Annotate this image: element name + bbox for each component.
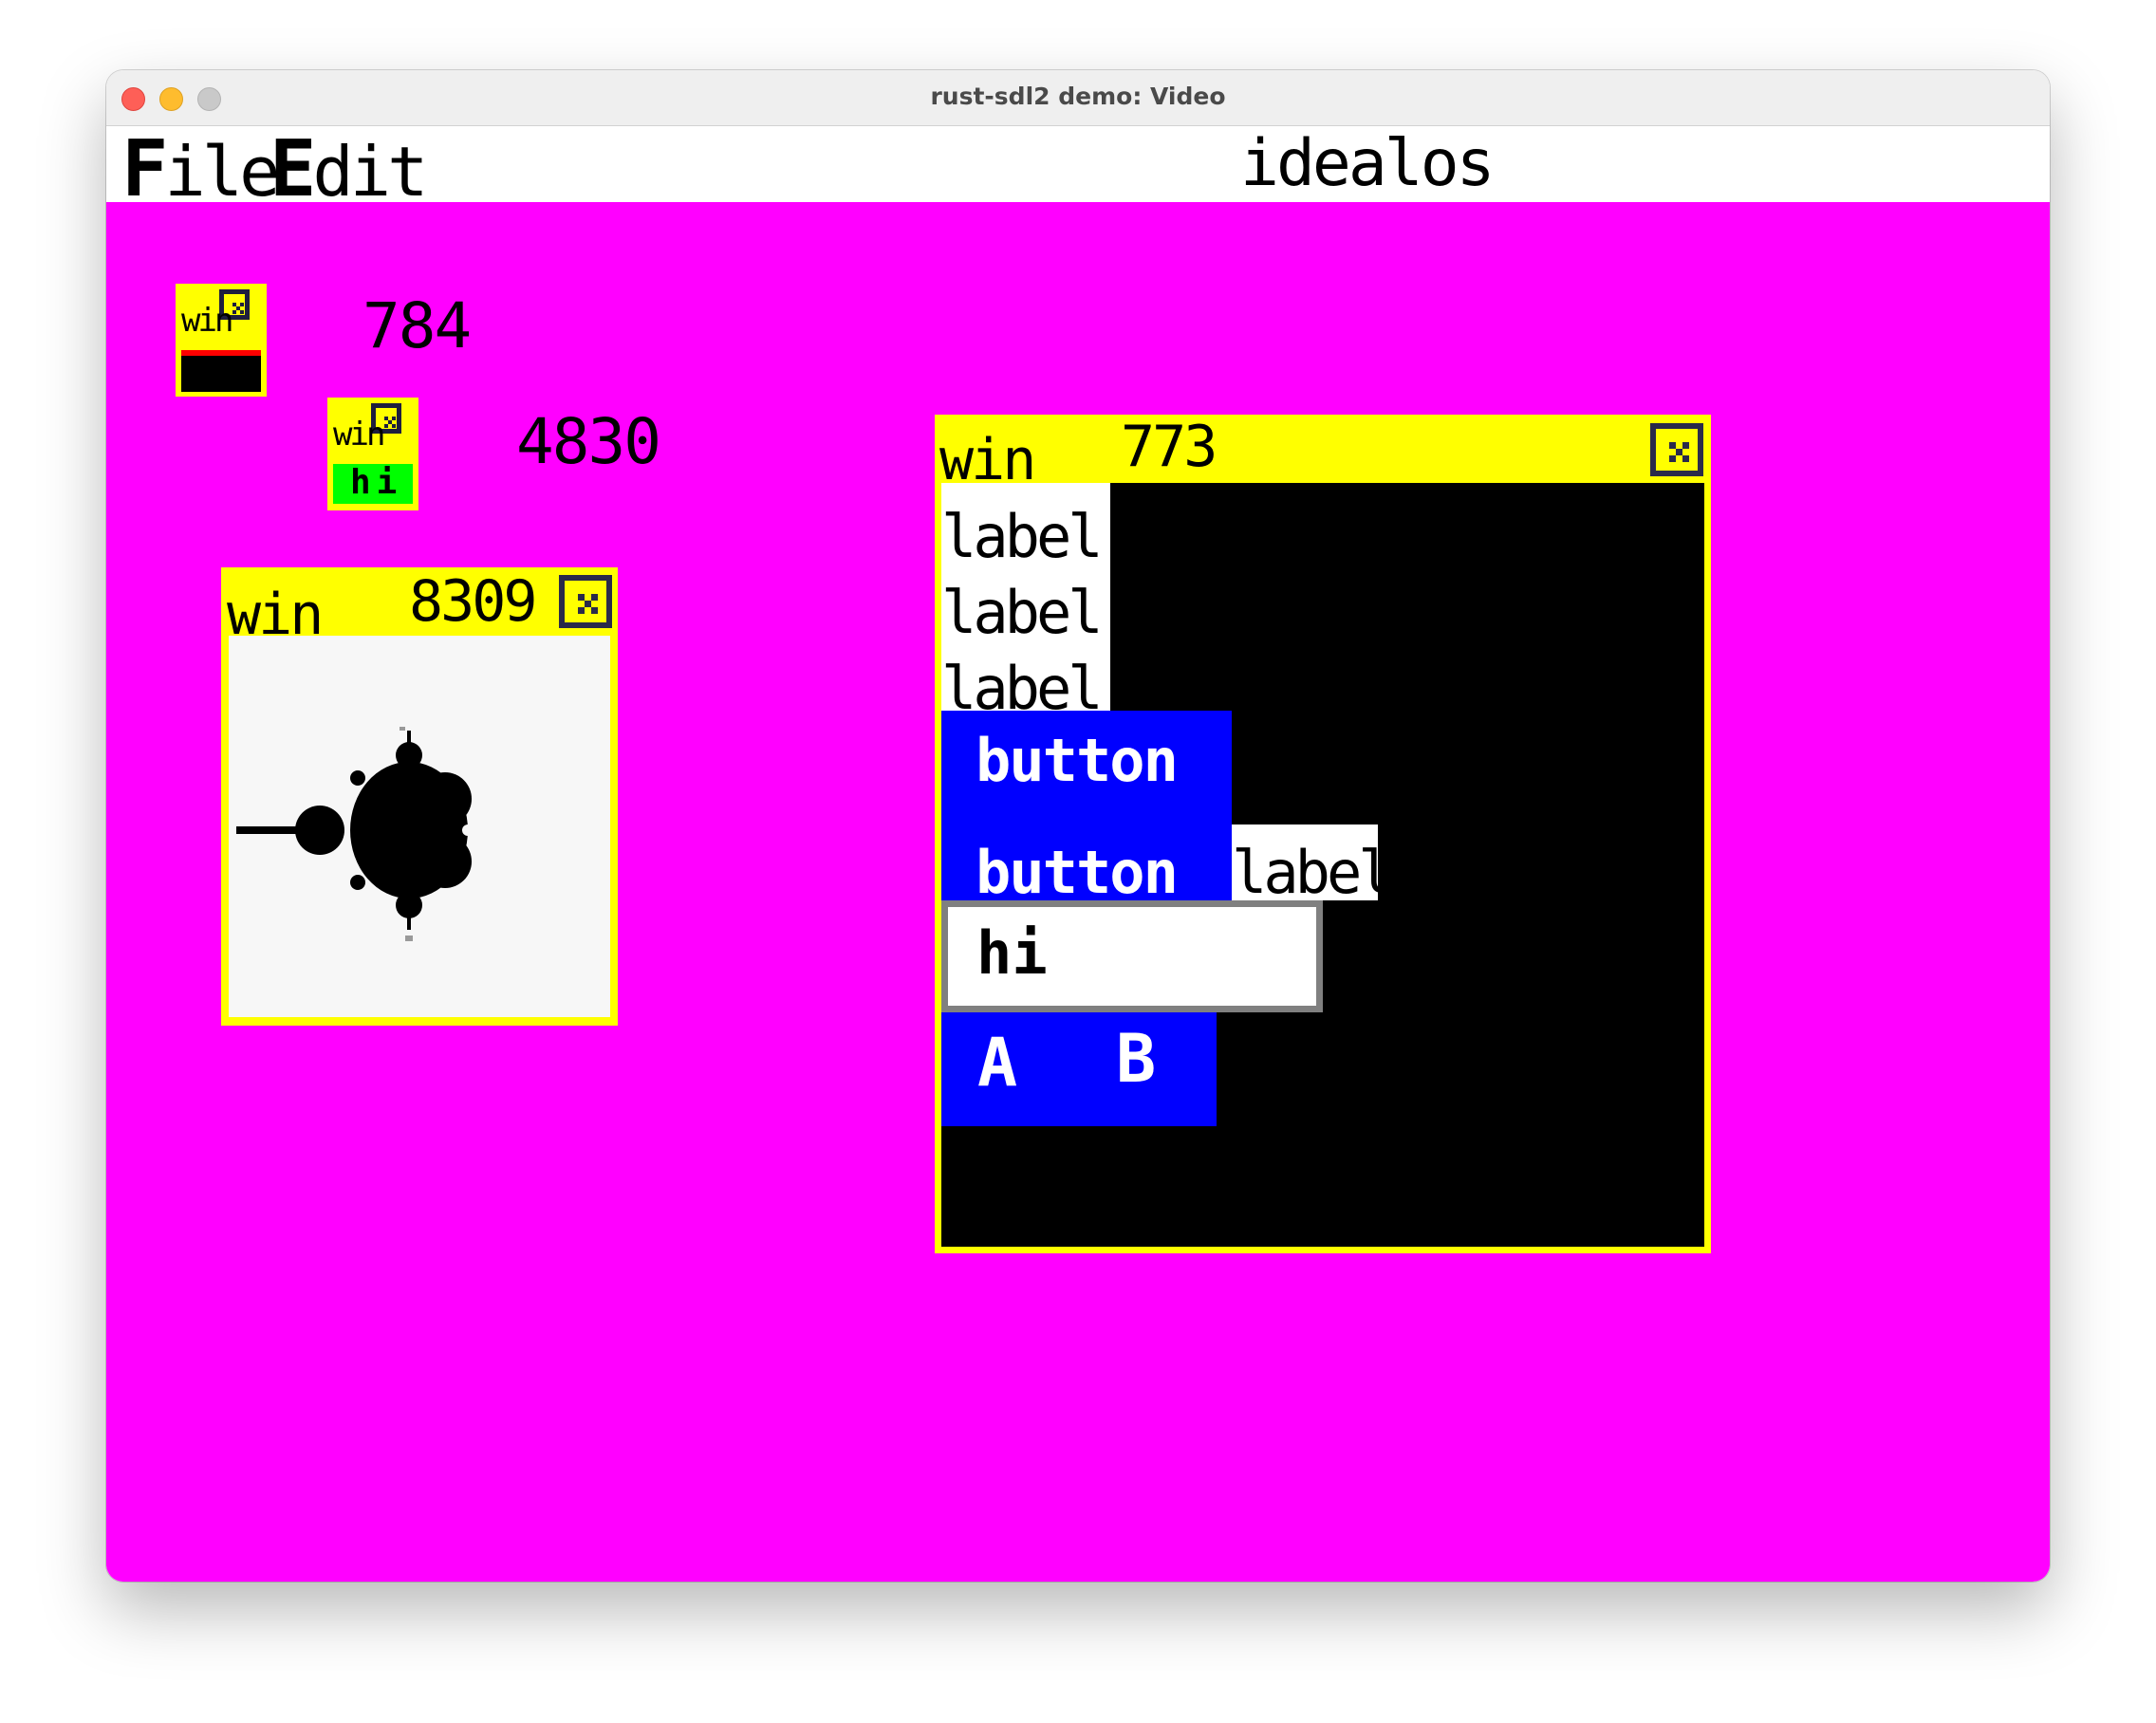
label-3: label (941, 654, 1104, 712)
toggle-group: A B (941, 1012, 1217, 1126)
fractal-window[interactable]: win 8309 (221, 567, 618, 1026)
mini-window-2-status-text: hi (350, 463, 403, 502)
window-title: rust-sdl2 demo: Video (930, 83, 1226, 110)
toggle-a-button[interactable]: A (977, 1029, 1017, 1096)
menu-edit-initial: E (270, 126, 316, 203)
button-2[interactable]: button (976, 843, 1179, 901)
menu-file-initial: F (121, 126, 168, 203)
app-content: File Edit idealos win 784 win hi 4830 wi… (106, 126, 2050, 1582)
widget-window-title: win (939, 427, 1036, 493)
widget-window-close-icon[interactable] (1650, 423, 1703, 476)
button-1[interactable]: button (976, 732, 1179, 790)
toggle-b-button[interactable]: B (1116, 1026, 1156, 1092)
fractal-window-counter: 8309 (409, 568, 537, 635)
widget-window-body: label label label button button label hi (941, 483, 1704, 1247)
fractal-window-title: win (227, 582, 324, 648)
widget-window-counter: 773 (1121, 414, 1217, 480)
menu-bar: File Edit idealos (106, 126, 2050, 202)
menu-file[interactable]: File (121, 131, 280, 203)
menu-edit-rest: dit (312, 132, 428, 202)
desktop: win 784 win hi 4830 win 8309 win 773 lab… (106, 202, 2050, 1582)
label-1: label (941, 502, 1104, 571)
label-column: label label label (941, 483, 1110, 711)
mini-window-2-counter: 4830 (516, 405, 661, 478)
mandelbrot-image (229, 636, 610, 1017)
mini-window-2[interactable]: win hi (327, 398, 418, 510)
mini-window-1-status-block (181, 356, 261, 392)
label-2: label (941, 578, 1104, 647)
side-label: label (1232, 838, 1378, 901)
widget-window[interactable]: win 773 label label label button button … (935, 415, 1711, 1253)
menu-file-rest: ile (164, 132, 280, 202)
text-input[interactable]: hi (941, 900, 1323, 1012)
mini-window-1[interactable]: win (176, 284, 267, 397)
app-name: idealos (1240, 126, 1496, 201)
menu-edit[interactable]: Edit (270, 131, 428, 203)
button-stack: button button (941, 711, 1232, 900)
mini-window-2-title: win (333, 416, 385, 454)
mini-window-1-title: win (181, 302, 233, 340)
text-input-value: hi (976, 918, 1048, 988)
mini-window-2-status-block: hi (333, 464, 413, 504)
app-window: rust-sdl2 demo: Video File Edit idealos … (106, 70, 2050, 1582)
mandelbrot-icon (229, 636, 610, 1017)
mini-window-1-counter: 784 (362, 289, 472, 362)
title-bar: rust-sdl2 demo: Video (106, 70, 2050, 126)
fractal-window-close-icon[interactable] (559, 575, 612, 628)
side-label-box: label (1232, 824, 1378, 900)
